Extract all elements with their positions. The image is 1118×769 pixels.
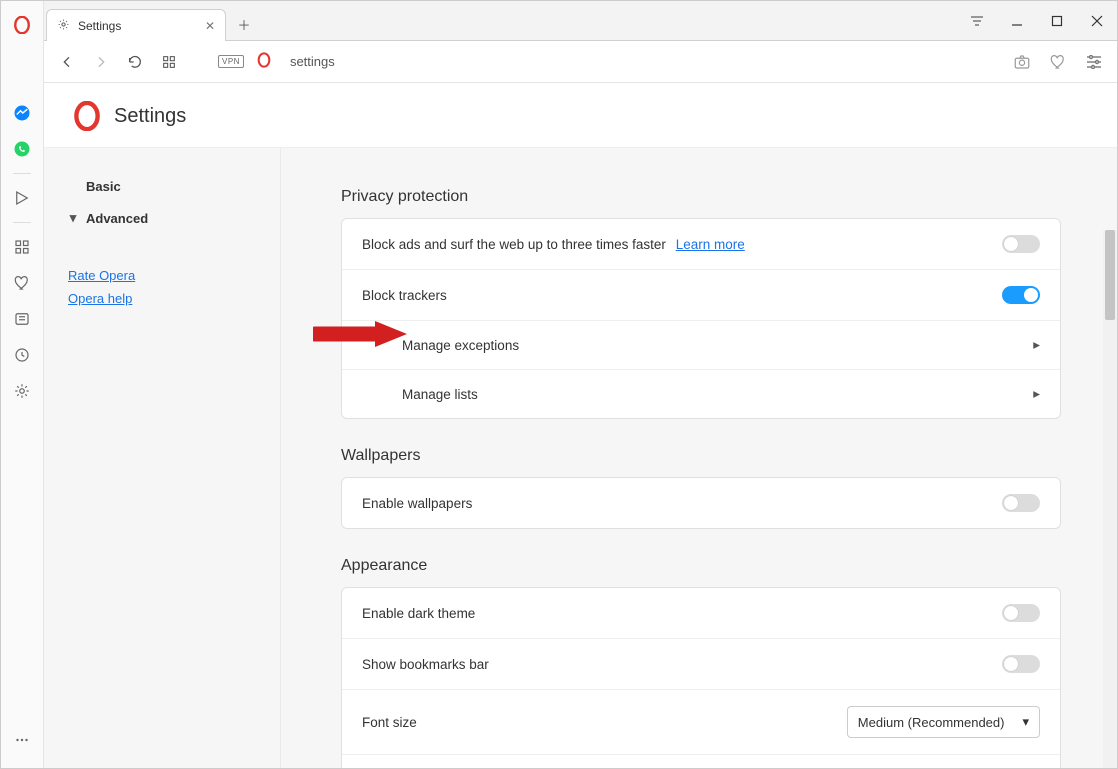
snapshot-icon[interactable] <box>1011 51 1033 73</box>
link-learn-more[interactable]: Learn more <box>676 237 745 252</box>
settings-gear-icon[interactable] <box>8 377 36 405</box>
sidebar-rail <box>1 1 44 768</box>
news-icon[interactable] <box>8 305 36 333</box>
chevron-right-icon: ▸ <box>1033 337 1040 353</box>
easy-setup-icon[interactable] <box>1083 51 1105 73</box>
forward-button[interactable] <box>90 51 112 73</box>
opera-logo-icon <box>72 101 102 131</box>
tab-title: Settings <box>78 19 121 33</box>
link-rate-opera[interactable]: Rate Opera <box>68 268 262 283</box>
page-header: Settings <box>44 83 1117 147</box>
vpn-badge[interactable]: VPN <box>218 55 244 68</box>
start-page-button[interactable] <box>158 51 180 73</box>
sidebar-item-basic[interactable]: ▾ Basic <box>62 170 262 202</box>
chevron-down-icon: ▾ <box>1022 714 1029 730</box>
toggle-enable-wallpapers[interactable] <box>1002 494 1040 512</box>
gear-icon <box>57 18 70 34</box>
window-minimize-button[interactable] <box>997 1 1037 41</box>
rail-divider <box>13 222 31 223</box>
sidebar-item-advanced[interactable]: ▾ Advanced <box>62 202 262 234</box>
row-enable-wallpapers: Enable wallpapers <box>342 478 1060 528</box>
back-button[interactable] <box>56 51 78 73</box>
card-appearance: Enable dark theme Show bookmarks bar Fon… <box>341 587 1061 768</box>
card-privacy: Block ads and surf the web up to three t… <box>341 218 1061 419</box>
section-privacy-title: Privacy protection <box>341 188 1061 206</box>
new-tab-button[interactable]: ＋ <box>230 10 258 38</box>
address-toolbar: VPN settings <box>44 41 1117 83</box>
opera-o-icon <box>256 52 272 71</box>
heart-bookmark-icon[interactable] <box>1047 51 1069 73</box>
close-tab-icon[interactable]: ✕ <box>205 19 215 33</box>
section-appearance-title: Appearance <box>341 557 1061 575</box>
whatsapp-icon[interactable] <box>8 135 36 163</box>
row-bookmarks-bar: Show bookmarks bar <box>342 638 1060 689</box>
history-icon[interactable] <box>8 341 36 369</box>
page-title: Settings <box>114 105 186 128</box>
toggle-dark-theme[interactable] <box>1002 604 1040 622</box>
messenger-icon[interactable] <box>8 99 36 127</box>
heart-icon[interactable] <box>8 269 36 297</box>
address-field[interactable]: settings <box>284 54 999 69</box>
row-block-ads: Block ads and surf the web up to three t… <box>342 219 1060 269</box>
row-font-size: Font size Medium (Recommended) ▾ <box>342 689 1060 754</box>
speed-dial-icon[interactable] <box>8 233 36 261</box>
row-customize-fonts[interactable]: Customize fonts <box>342 754 1060 768</box>
row-manage-lists[interactable]: Manage lists ▸ <box>342 369 1060 418</box>
window-maximize-button[interactable] <box>1037 1 1077 41</box>
row-block-trackers: Block trackers <box>342 269 1060 320</box>
settings-sidebar: ▾ Basic ▾ Advanced Rate Opera Opera help <box>44 148 281 768</box>
tab-bar: Settings ✕ ＋ <box>44 1 1117 41</box>
settings-panel: Privacy protection Block ads and surf th… <box>281 148 1117 768</box>
row-dark-theme: Enable dark theme <box>342 588 1060 638</box>
chevron-right-icon: ▸ <box>1033 386 1040 402</box>
link-opera-help[interactable]: Opera help <box>68 291 262 306</box>
toggle-block-trackers[interactable] <box>1002 286 1040 304</box>
row-manage-exceptions[interactable]: Manage exceptions ▸ <box>342 320 1060 369</box>
rail-divider <box>13 173 31 174</box>
section-wallpapers-title: Wallpapers <box>341 447 1061 465</box>
toggle-block-ads[interactable] <box>1002 235 1040 253</box>
chevron-down-icon: ▾ <box>68 210 78 226</box>
select-font-size[interactable]: Medium (Recommended) ▾ <box>847 706 1040 738</box>
easy-setup-icon[interactable] <box>957 1 997 41</box>
window-close-button[interactable] <box>1077 1 1117 41</box>
scrollbar[interactable] <box>1103 230 1117 768</box>
play-icon[interactable] <box>8 184 36 212</box>
toggle-bookmarks-bar[interactable] <box>1002 655 1040 673</box>
card-wallpapers: Enable wallpapers <box>341 477 1061 529</box>
tab-settings[interactable]: Settings ✕ <box>46 9 226 41</box>
more-dots-icon[interactable] <box>8 726 36 754</box>
reload-button[interactable] <box>124 51 146 73</box>
scrollbar-thumb[interactable] <box>1105 230 1115 320</box>
opera-menu-icon[interactable] <box>8 11 36 39</box>
